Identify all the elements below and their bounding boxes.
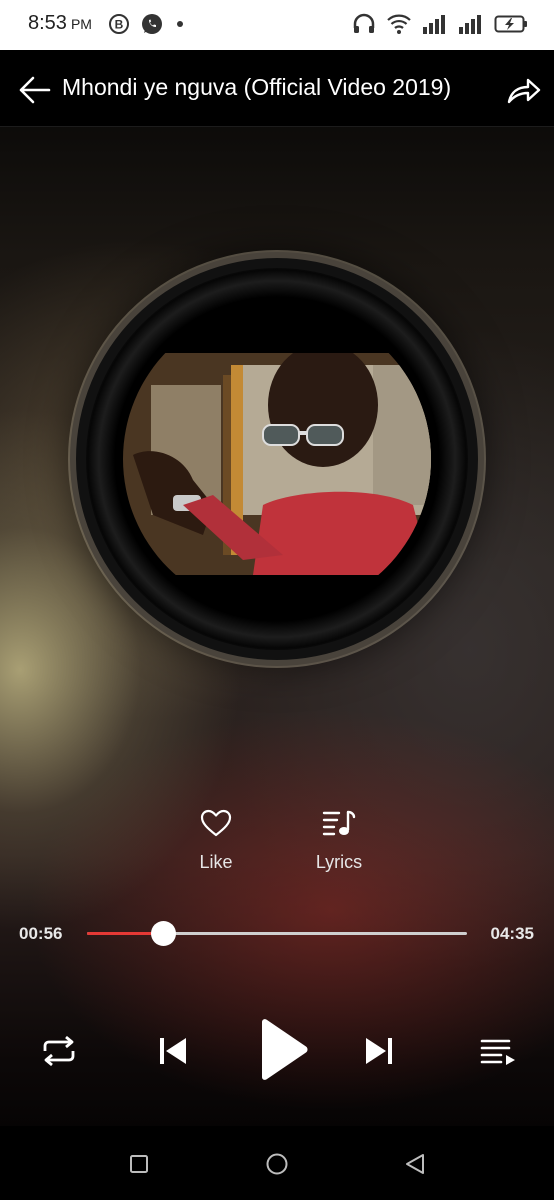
like-label: Like (199, 852, 233, 872)
battery-charging-icon (494, 15, 527, 33)
app-bar: Mhondi ye nguva (Official Video 2019) (0, 50, 554, 127)
play-button[interactable] (250, 1014, 314, 1086)
lyrics-icon (322, 810, 356, 836)
play-icon (262, 1019, 308, 1080)
svg-text:B: B (115, 18, 124, 32)
headphones-icon (353, 13, 375, 33)
share-icon (507, 78, 541, 104)
song-title: Mhondi ye nguva (Official Video 2019) (62, 74, 452, 100)
dot-icon (177, 21, 183, 27)
whatsapp-icon (142, 14, 162, 34)
previous-button[interactable] (152, 1030, 194, 1072)
lyrics-label: Lyrics (315, 852, 363, 872)
queue-button[interactable] (476, 1030, 522, 1072)
next-button[interactable] (358, 1030, 400, 1072)
next-icon (366, 1038, 392, 1064)
arrow-left-icon (19, 76, 51, 104)
like-button[interactable]: Like (171, 808, 261, 873)
current-time: 00:56 (19, 924, 63, 943)
album-cover-image (123, 305, 431, 613)
home-icon (266, 1153, 288, 1175)
repeat-button[interactable] (38, 1030, 80, 1072)
signal-icon (459, 15, 481, 34)
home-button[interactable] (263, 1150, 291, 1178)
recent-apps-button[interactable] (125, 1150, 153, 1178)
system-back-button[interactable] (401, 1150, 429, 1178)
b-circle-icon: B (109, 14, 129, 34)
back-button[interactable] (14, 70, 54, 110)
status-ampm: PM (70, 16, 92, 32)
repeat-icon (43, 1036, 75, 1066)
status-clock: 8:53 (28, 12, 67, 34)
queue-icon (480, 1039, 515, 1065)
back-icon (406, 1154, 424, 1174)
recent-apps-icon (130, 1155, 148, 1173)
signal-icon (423, 15, 445, 34)
system-nav-bar (0, 1126, 554, 1200)
album-disc (70, 252, 484, 666)
status-bar: 8:53 PM B (0, 0, 554, 50)
album-cover (123, 305, 431, 613)
total-time: 04:35 (490, 924, 534, 943)
previous-icon (160, 1038, 186, 1064)
share-button[interactable] (504, 70, 544, 110)
seek-thumb[interactable] (151, 921, 176, 946)
lyrics-button[interactable]: Lyrics (294, 808, 384, 873)
heart-icon (200, 809, 232, 837)
wifi-icon (387, 14, 411, 34)
status-time: 8:53 PM (28, 12, 92, 35)
seek-bar[interactable] (87, 921, 467, 946)
